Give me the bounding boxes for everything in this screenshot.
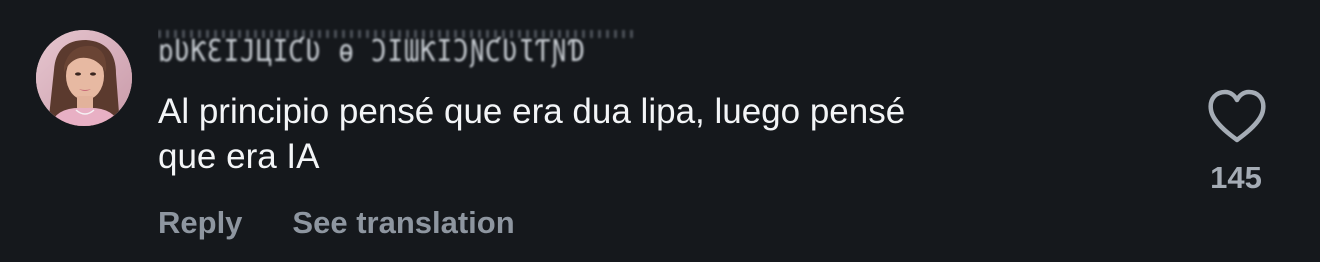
username[interactable]: ɒƲƘƐIJЦIƇƲ ɵ ƆIƜƘIƆƝƇƲƖƬƝƊ bbox=[158, 28, 638, 76]
like-count: 145 bbox=[1210, 160, 1262, 195]
comment-text-line-2: que era IA bbox=[158, 137, 320, 176]
see-translation-button[interactable]: See translation bbox=[292, 205, 514, 241]
username-text: ɒƲƘƐIJЦIƇƲ ɵ ƆIƜƘIƆƝƇƲƖƬƝƊ bbox=[158, 34, 585, 69]
comment-actions: Reply See translation bbox=[158, 198, 515, 248]
heart-outline-icon bbox=[1208, 89, 1266, 143]
avatar-photo bbox=[36, 30, 132, 126]
comment-text: Al principio pensé que era dua lipa, lue… bbox=[158, 89, 1128, 179]
avatar[interactable] bbox=[36, 30, 132, 126]
comment: ɒƲƘƐIJЦIƇƲ ɵ ƆIƜƘIƆƝƇƲƖƬƝƊ Al principio … bbox=[0, 0, 1320, 262]
comment-text-line-1: Al principio pensé que era dua lipa, lue… bbox=[158, 92, 906, 131]
like-button[interactable] bbox=[1205, 88, 1269, 146]
reply-button[interactable]: Reply bbox=[158, 205, 242, 241]
